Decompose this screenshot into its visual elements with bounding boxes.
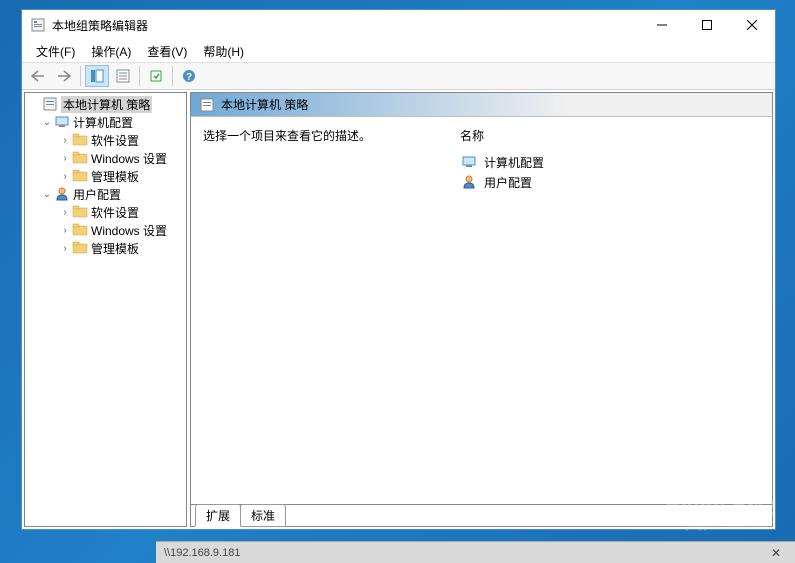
tree-label: Windows 设置 xyxy=(91,150,167,167)
tree-label: 用户配置 xyxy=(73,186,121,203)
minimize-button[interactable] xyxy=(639,10,684,40)
toggle-tree-button[interactable] xyxy=(85,65,109,87)
collapse-icon[interactable]: ⌄ xyxy=(41,117,53,128)
folder-icon xyxy=(72,168,88,184)
tree-user-config[interactable]: ⌄ 用户配置 xyxy=(25,185,186,203)
menu-file[interactable]: 文件(F) xyxy=(28,41,83,62)
description-text: 选择一个项目来查看它的描述。 xyxy=(203,129,371,143)
tree-software-settings[interactable]: › 软件设置 xyxy=(25,131,186,149)
nav-back-button[interactable] xyxy=(26,65,50,87)
tree-label: 管理模板 xyxy=(91,240,139,257)
main-window: 本地组策略编辑器 文件(F) 操作(A) 查看(V) 帮助(H) xyxy=(21,9,776,530)
main-panel: 本地计算机 策略 选择一个项目来查看它的描述。 名称 计算机配置 xyxy=(190,92,773,527)
tree-label: 软件设置 xyxy=(91,204,139,221)
folder-icon xyxy=(72,204,88,220)
window-title: 本地组策略编辑器 xyxy=(52,17,148,34)
window-controls xyxy=(639,10,775,40)
content-area: 本地计算机 策略 ⌄ 计算机配置 › 软件设置 › xyxy=(22,90,775,529)
toolbar-separator xyxy=(80,66,81,86)
menu-help[interactable]: 帮助(H) xyxy=(195,41,252,62)
tree-panel[interactable]: 本地计算机 策略 ⌄ 计算机配置 › 软件设置 › xyxy=(24,92,187,527)
menu-view[interactable]: 查看(V) xyxy=(139,41,195,62)
maximize-button[interactable] xyxy=(684,10,729,40)
detail-area: 选择一个项目来查看它的描述。 名称 计算机配置 用户配置 xyxy=(190,116,773,505)
help-button[interactable]: ? xyxy=(177,65,201,87)
menubar: 文件(F) 操作(A) 查看(V) 帮助(H) xyxy=(22,40,775,62)
app-icon xyxy=(30,17,46,33)
computer-icon xyxy=(54,114,70,130)
list-item-computer-config[interactable]: 计算机配置 xyxy=(460,152,760,172)
export-button[interactable] xyxy=(144,65,168,87)
properties-button[interactable] xyxy=(111,65,135,87)
toolbar: ? xyxy=(22,62,775,90)
close-button[interactable] xyxy=(729,10,775,40)
tree-computer-config[interactable]: ⌄ 计算机配置 xyxy=(25,113,186,131)
tree-label: 软件设置 xyxy=(91,132,139,149)
taskbar-path: \\192.168.9.181 xyxy=(164,547,240,559)
svg-text:?: ? xyxy=(186,72,192,83)
tab-extended[interactable]: 扩展 xyxy=(195,504,241,527)
tabs-row: 扩展 标准 xyxy=(190,505,773,527)
folder-icon xyxy=(72,240,88,256)
tree-software-settings-user[interactable]: › 软件设置 xyxy=(25,203,186,221)
expand-icon[interactable]: › xyxy=(59,243,71,254)
folder-icon xyxy=(72,222,88,238)
description-column: 选择一个项目来查看它的描述。 xyxy=(203,127,430,504)
expand-icon[interactable]: › xyxy=(59,135,71,146)
tree-root-label: 本地计算机 策略 xyxy=(61,96,152,113)
folder-icon xyxy=(72,150,88,166)
collapse-icon[interactable]: ⌄ xyxy=(41,189,53,200)
tree-label: 管理模板 xyxy=(91,168,139,185)
expand-icon[interactable]: › xyxy=(59,171,71,182)
computer-icon xyxy=(461,154,477,170)
tree-admin-templates[interactable]: › 管理模板 xyxy=(25,167,186,185)
detail-header-text: 本地计算机 策略 xyxy=(221,96,308,113)
list-item-label: 计算机配置 xyxy=(484,154,544,171)
expand-icon[interactable]: › xyxy=(59,207,71,218)
name-column-header[interactable]: 名称 xyxy=(460,127,760,144)
tree-windows-settings-user[interactable]: › Windows 设置 xyxy=(25,221,186,239)
policy-icon xyxy=(199,97,215,113)
list-column: 名称 计算机配置 用户配置 xyxy=(460,127,760,504)
taskbar-close-icon[interactable]: ✕ xyxy=(765,546,787,560)
tree-admin-templates-user[interactable]: › 管理模板 xyxy=(25,239,186,257)
tree-label: Windows 设置 xyxy=(91,222,167,239)
list-item-label: 用户配置 xyxy=(484,174,532,191)
menu-action[interactable]: 操作(A) xyxy=(83,41,139,62)
detail-header: 本地计算机 策略 xyxy=(190,92,773,116)
tab-standard[interactable]: 标准 xyxy=(240,504,286,527)
user-icon xyxy=(54,186,70,202)
tree-label: 计算机配置 xyxy=(73,114,133,131)
toolbar-separator xyxy=(172,66,173,86)
titlebar: 本地组策略编辑器 xyxy=(22,10,775,40)
tree-windows-settings[interactable]: › Windows 设置 xyxy=(25,149,186,167)
toolbar-separator xyxy=(139,66,140,86)
policy-icon xyxy=(42,96,58,112)
user-icon xyxy=(461,174,477,190)
expand-icon[interactable]: › xyxy=(59,153,71,164)
taskbar-item[interactable]: \\192.168.9.181 ✕ xyxy=(156,541,795,563)
expand-icon[interactable]: › xyxy=(59,225,71,236)
tree-root[interactable]: 本地计算机 策略 xyxy=(25,95,186,113)
folder-icon xyxy=(72,132,88,148)
nav-forward-button[interactable] xyxy=(52,65,76,87)
list-item-user-config[interactable]: 用户配置 xyxy=(460,172,760,192)
